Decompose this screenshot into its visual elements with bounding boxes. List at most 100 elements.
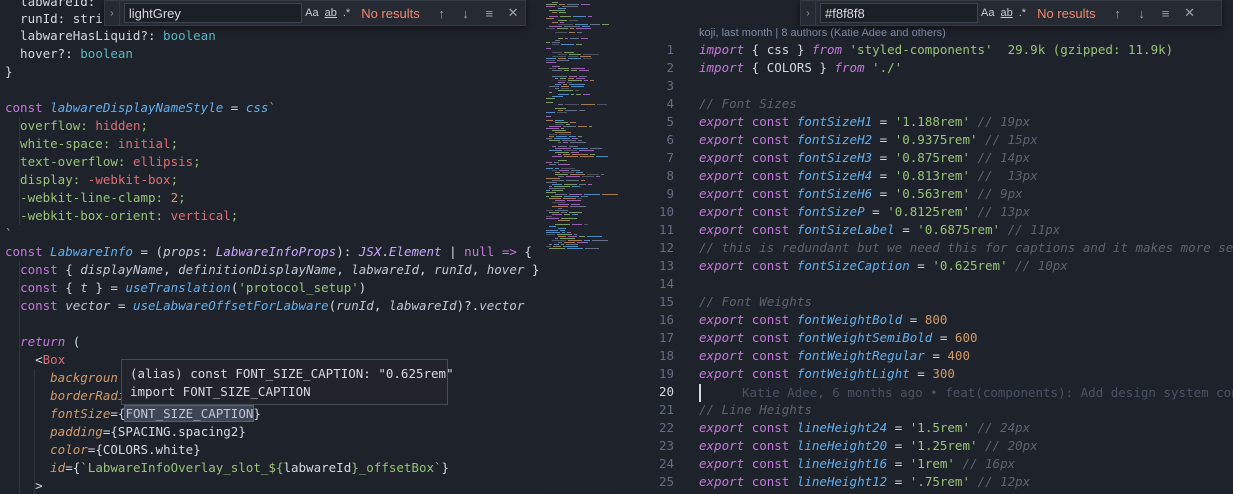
find-input[interactable]: lightGrey	[123, 3, 303, 23]
regex-toggle[interactable]: .*	[343, 7, 350, 19]
minimap-line	[579, 110, 585, 111]
minimap-line	[567, 248, 583, 249]
minimap-line	[555, 32, 567, 33]
code-line: id={`LabwareInfoOverlay_slot_${labwareId…	[50, 460, 450, 475]
minimap-line	[554, 186, 570, 187]
minimap-line	[582, 26, 590, 27]
minimap-line	[546, 98, 555, 99]
minimap-line	[564, 214, 570, 215]
minimap-line	[572, 214, 578, 215]
hover-tooltip: (alias) const FONT_SIZE_CAPTION: "0.625r…	[121, 359, 454, 405]
match-case-toggle[interactable]: Aa	[981, 7, 994, 19]
minimap-line	[554, 162, 559, 163]
close-icon[interactable]: ✕	[1181, 4, 1199, 22]
minimap-line	[546, 246, 551, 247]
minimap-line	[568, 58, 581, 59]
arrow-down-icon[interactable]: ↓	[1133, 4, 1151, 22]
minimap-line	[590, 148, 602, 149]
minimap-line	[563, 198, 576, 199]
minimap-line	[558, 104, 563, 105]
minimap-line	[571, 86, 584, 87]
minimap-line	[546, 18, 554, 19]
minimap-line	[574, 234, 577, 235]
minimap-line	[578, 126, 587, 127]
selection-icon[interactable]: ≡	[1157, 4, 1175, 22]
code-line: }	[5, 64, 13, 79]
minimap-line	[579, 184, 586, 185]
minimap-line	[578, 140, 582, 141]
minimap-line	[564, 242, 575, 243]
line-number: 3	[666, 78, 674, 93]
left-editor[interactable]: labwareId: s runId: strin labwareHasLiqu…	[0, 0, 540, 494]
line-number: 6	[666, 132, 674, 147]
code-line: // Font Weights	[699, 294, 812, 309]
regex-toggle[interactable]: .*	[1019, 7, 1026, 19]
minimap-line	[546, 128, 559, 129]
minimap-line	[555, 122, 568, 123]
hover-signature: (alias) const FONT_SIZE_CAPTION: "0.625r…	[130, 366, 454, 381]
minimap-line	[549, 186, 552, 187]
minimap-line	[546, 196, 549, 197]
code-line: export const fontSizeCaption = '0.625rem…	[699, 258, 1068, 273]
minimap-line	[575, 24, 588, 25]
minimap-line	[560, 238, 575, 239]
minimap-line	[558, 204, 569, 205]
minimap-line	[577, 32, 582, 33]
whole-word-toggle[interactable]: ab	[325, 7, 337, 19]
arrow-up-icon[interactable]: ↑	[433, 4, 451, 22]
minimap-line	[546, 42, 550, 43]
hover-import: import FONT_SIZE_CAPTION	[130, 384, 311, 399]
minimap-line	[560, 22, 564, 23]
minimap-line	[552, 44, 559, 45]
minimap-line	[561, 44, 574, 45]
minimap-line	[552, 42, 560, 43]
code-line: export const fontSizeP = '0.8125rem' // …	[699, 204, 1031, 219]
minimap-line	[555, 210, 568, 211]
minimap-line	[569, 54, 581, 55]
selection-icon[interactable]: ≡	[480, 4, 498, 22]
minimap-line	[549, 136, 554, 137]
minimap-line	[568, 56, 578, 57]
minimap-line	[584, 240, 590, 241]
chevron-right-icon[interactable]: ›	[801, 1, 816, 25]
code-line: const vector = useLabwareOffsetForLabwar…	[20, 298, 525, 313]
text-cursor	[699, 384, 701, 402]
minimap-line	[572, 138, 578, 139]
match-case-toggle[interactable]: Aa	[305, 7, 318, 19]
minimap-line	[570, 142, 586, 143]
minimap[interactable]	[540, 0, 620, 494]
close-icon[interactable]: ✕	[504, 4, 522, 22]
minimap-line	[555, 194, 567, 195]
minimap-line	[549, 244, 552, 245]
minimap-line	[563, 142, 568, 143]
code-line: export const fontWeightSemiBold = 600	[699, 330, 978, 345]
code-line: // this is redundant but we need this fo…	[699, 240, 1233, 255]
minimap-line	[569, 136, 576, 137]
minimap-line	[596, 156, 608, 157]
minimap-line	[558, 110, 563, 111]
minimap-line	[560, 230, 565, 231]
minimap-line	[557, 234, 572, 235]
minimap-line	[576, 78, 585, 79]
codelens-authors[interactable]: koji, last month | 8 authors (Katie Adee…	[699, 27, 946, 39]
code-line: // Font Sizes	[699, 96, 797, 111]
find-results: No results	[1037, 5, 1096, 21]
minimap-line	[564, 156, 578, 157]
minimap-line	[558, 160, 567, 161]
arrow-down-icon[interactable]: ↓	[457, 4, 475, 22]
minimap-line	[563, 154, 570, 155]
find-input[interactable]: #f8f8f8	[820, 3, 978, 23]
minimap-line	[554, 244, 559, 245]
minimap-line	[568, 80, 582, 81]
minimap-line	[563, 84, 567, 85]
minimap-line	[552, 66, 560, 67]
chevron-right-icon[interactable]: ›	[105, 1, 120, 25]
minimap-line	[559, 4, 565, 5]
arrow-up-icon[interactable]: ↑	[1109, 4, 1127, 22]
minimap-line	[551, 196, 562, 197]
minimap-line	[562, 6, 578, 7]
whole-word-toggle[interactable]: ab	[1000, 7, 1012, 19]
minimap-line	[546, 120, 553, 121]
minimap-line	[552, 12, 557, 13]
minimap-line	[552, 22, 558, 23]
